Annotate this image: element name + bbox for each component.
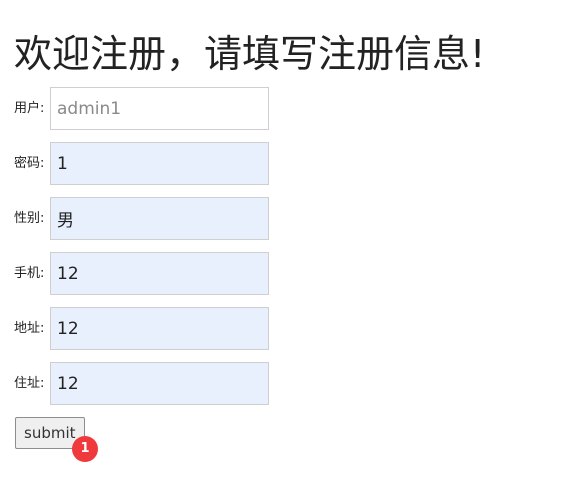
address-label: 地址: [14,321,45,336]
form-row-gender: 性别: [14,197,274,241]
gender-input[interactable] [50,197,269,240]
username-input[interactable] [50,87,269,130]
notification-badge: 1 [72,436,98,462]
registration-page: 欢迎注册，请填写注册信息! 用户: 密码: 性别: 手机: 地址: 住址: su… [0,0,586,482]
page-title: 欢迎注册，请填写注册信息! [14,32,486,76]
phone-label: 手机: [14,266,45,281]
form-row-address: 地址: [14,307,274,351]
form-row-password: 密码: [14,142,274,186]
address-input[interactable] [50,307,269,350]
username-label: 用户: [14,101,45,116]
password-input[interactable] [50,142,269,185]
form-row-phone: 手机: [14,252,274,296]
gender-label: 性别: [14,211,45,226]
form-row-residence: 住址: [14,362,274,406]
form-row-username: 用户: [14,87,274,131]
phone-input[interactable] [50,252,269,295]
residence-label: 住址: [14,376,45,391]
password-label: 密码: [14,156,45,171]
residence-input[interactable] [50,362,269,405]
